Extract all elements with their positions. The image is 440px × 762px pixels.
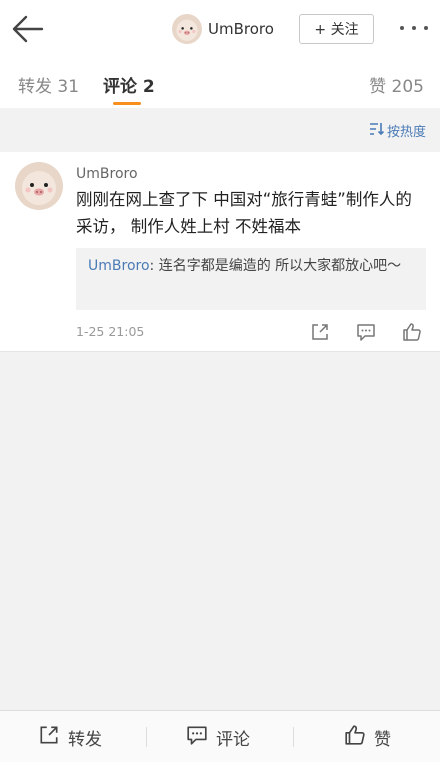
header-username[interactable]: UmBroro: [208, 20, 274, 38]
repost-button[interactable]: 转发: [38, 711, 102, 762]
top-bar: UmBroro + 关注: [0, 0, 440, 58]
active-tab-indicator: [113, 102, 141, 105]
tab-bar: 转发 31 评论 2 赞 205: [0, 58, 440, 108]
more-options-icon[interactable]: [400, 26, 428, 32]
sort-button[interactable]: 按热度: [369, 121, 426, 140]
avatar[interactable]: [172, 14, 202, 44]
like-button[interactable]: 赞: [344, 711, 391, 762]
reply-separator: :: [149, 258, 159, 274]
comment-label: 评论: [216, 729, 250, 750]
divider: [146, 727, 147, 747]
tab-likes[interactable]: 赞 205: [369, 72, 424, 97]
comment-text: 刚刚在网上查了下 中国对“旅行青蛙”制作人的采访， 制作人姓上村 不姓福本: [76, 190, 412, 236]
tab-comments[interactable]: 评论 2: [103, 72, 155, 97]
reply-text: 连名字都是编造的 所以大家都放心吧～: [158, 258, 402, 274]
thumbs-up-icon: [344, 724, 366, 751]
follow-button[interactable]: + 关注: [299, 14, 374, 44]
bottom-action-bar: 转发 评论 赞: [0, 710, 440, 762]
divider: [293, 727, 294, 747]
sort-label: 按热度: [386, 125, 426, 140]
repost-label: 转发: [68, 729, 102, 750]
comment-icon[interactable]: [356, 322, 376, 346]
avatar[interactable]: [15, 162, 63, 210]
comment-username[interactable]: UmBroro: [76, 166, 138, 182]
like-label: 赞: [374, 729, 391, 750]
reply-username[interactable]: UmBroro: [88, 258, 150, 274]
sort-icon: [369, 122, 385, 140]
back-arrow-icon[interactable]: [10, 13, 44, 45]
sort-bar: 按热度: [0, 108, 440, 152]
thumbs-up-icon[interactable]: [402, 322, 422, 346]
tab-reposts[interactable]: 转发 31: [18, 72, 79, 97]
comment-icon: [186, 724, 208, 751]
comment-item: UmBroro 刚刚在网上查了下 中国对“旅行青蛙”制作人的采访， 制作人姓上村…: [0, 152, 440, 352]
header-user[interactable]: UmBroro: [172, 14, 274, 44]
reply-box[interactable]: UmBroro: 连名字都是编造的 所以大家都放心吧～: [76, 248, 426, 310]
share-icon[interactable]: [310, 322, 330, 346]
comment-button[interactable]: 评论: [186, 711, 250, 762]
repost-icon: [38, 724, 60, 751]
comment-timestamp: 1-25 21:05: [76, 324, 145, 339]
